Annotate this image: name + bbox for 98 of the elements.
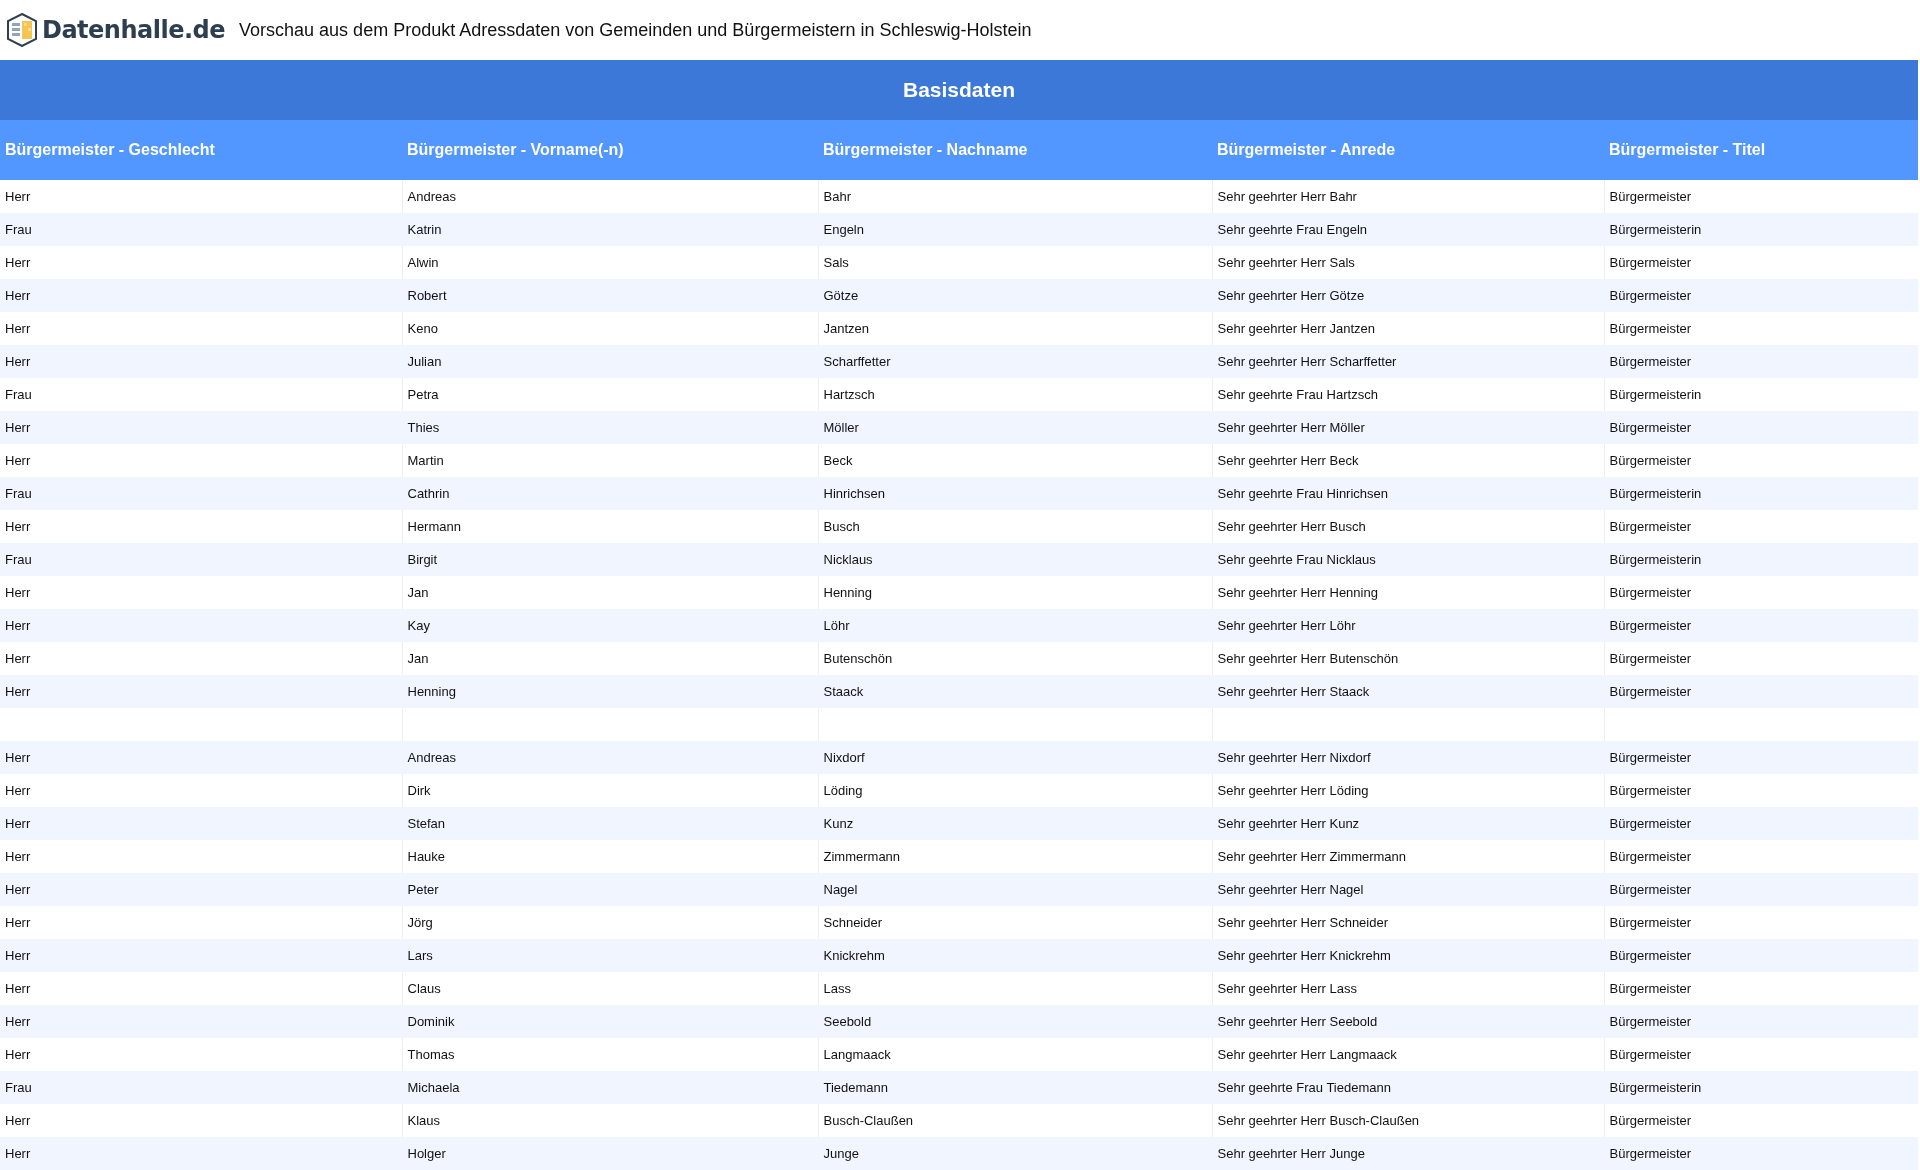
table-cell: Bürgermeisterin — [1604, 213, 1918, 246]
table-cell: Kunz — [818, 807, 1212, 840]
table-cell: Herr — [0, 279, 402, 312]
table-cell: Holger — [402, 1137, 818, 1170]
table-cell: Sehr geehrter Herr Junge — [1212, 1137, 1604, 1170]
table-cell: Sehr geehrter Herr Löhr — [1212, 609, 1604, 642]
table-cell: Cathrin — [402, 477, 818, 510]
table-cell: Nicklaus — [818, 543, 1212, 576]
table-cell: Herr — [0, 906, 402, 939]
table-cell: Thies — [402, 411, 818, 444]
table-cell: Herr — [0, 1038, 402, 1071]
table-cell: Götze — [818, 279, 1212, 312]
table-cell: Frau — [0, 378, 402, 411]
table-cell: Frau — [0, 543, 402, 576]
table-cell: Sehr geehrte Frau Engeln — [1212, 213, 1604, 246]
table-cell: Frau — [0, 477, 402, 510]
table-cell: Herr — [0, 774, 402, 807]
table-cell: Sehr geehrte Frau Tiedemann — [1212, 1071, 1604, 1104]
table-cell: Bürgermeister — [1604, 807, 1918, 840]
server-logo-icon — [6, 13, 38, 47]
table-cell: Katrin — [402, 213, 818, 246]
table-cell: Sehr geehrter Herr Seebold — [1212, 1005, 1604, 1038]
table-cell: Herr — [0, 642, 402, 675]
table-cell: Bürgermeister — [1604, 411, 1918, 444]
table-cell: Seebold — [818, 1005, 1212, 1038]
table-cell: Robert — [402, 279, 818, 312]
table-cell: Bürgermeister — [1604, 1005, 1918, 1038]
table-cell: Frau — [0, 1071, 402, 1104]
table-cell: Sehr geehrter Herr Staack — [1212, 675, 1604, 708]
table-cell: Stefan — [402, 807, 818, 840]
table-cell: Sehr geehrter Herr Kunz — [1212, 807, 1604, 840]
table-cell: Bürgermeister — [1604, 741, 1918, 774]
table-cell: Henning — [402, 675, 818, 708]
table-cell: Sehr geehrter Herr Nagel — [1212, 873, 1604, 906]
table-cell: Nagel — [818, 873, 1212, 906]
table-cell: Kay — [402, 609, 818, 642]
table-cell: Herr — [0, 609, 402, 642]
column-header: Bürgermeister - Anrede — [1212, 120, 1604, 180]
table-cell: Scharffetter — [818, 345, 1212, 378]
table-cell: Hinrichsen — [818, 477, 1212, 510]
table-cell: Staack — [818, 675, 1212, 708]
page-title: Vorschau aus dem Produkt Adressdaten von Gemeinden und Bürgermeistern in Schleswig-Holstein — [239, 19, 1032, 41]
table-cell: Herr — [0, 807, 402, 840]
table-cell: Frau — [0, 213, 402, 246]
column-header: Bürgermeister - Vorname(-n) — [402, 120, 818, 180]
table-cell: Herr — [0, 312, 402, 345]
column-header: Bürgermeister - Nachname — [818, 120, 1212, 180]
table-cell: Michaela — [402, 1071, 818, 1104]
table-cell: Herr — [0, 972, 402, 1005]
table-cell: Bürgermeister — [1604, 939, 1918, 972]
table-cell: Lars — [402, 939, 818, 972]
table-cell: Herr — [0, 444, 402, 477]
table-cell: Herr — [0, 510, 402, 543]
table-cell: Bürgermeisterin — [1604, 477, 1918, 510]
table-cell: Herr — [0, 411, 402, 444]
table-cell: Sehr geehrter Herr Möller — [1212, 411, 1604, 444]
table-cell: Herr — [0, 1005, 402, 1038]
column-header: Bürgermeister - Titel — [1604, 120, 1918, 180]
table-cell: Herr — [0, 675, 402, 708]
table-cell: Herr — [0, 741, 402, 774]
table-cell: Sehr geehrte Frau Nicklaus — [1212, 543, 1604, 576]
table-cell: Sehr geehrter Herr Nixdorf — [1212, 741, 1604, 774]
table-cell: Herr — [0, 345, 402, 378]
table-cell: Bürgermeister — [1604, 1137, 1918, 1170]
table-cell: Andreas — [402, 741, 818, 774]
table-cell: Bürgermeister — [1604, 675, 1918, 708]
table-cell: Herr — [0, 840, 402, 873]
table-cell: Bürgermeister — [1604, 609, 1918, 642]
table-cell: Bürgermeisterin — [1604, 1071, 1918, 1104]
table-cell: Herr — [0, 1137, 402, 1170]
table-cell: Löhr — [818, 609, 1212, 642]
table-cell: Tiedemann — [818, 1071, 1212, 1104]
table-cell: Möller — [818, 411, 1212, 444]
table-caption: Basisdaten — [0, 60, 1918, 120]
table-cell: Sehr geehrter Herr Knickrehm — [1212, 939, 1604, 972]
table-cell: Herr — [0, 873, 402, 906]
table-cell: Herr — [0, 246, 402, 279]
table-cell: Knickrehm — [818, 939, 1212, 972]
table-cell: Engeln — [818, 213, 1212, 246]
table-cell: Junge — [818, 1137, 1212, 1170]
column-header: Bürgermeister - Geschlecht — [0, 120, 402, 180]
table-cell: Dominik — [402, 1005, 818, 1038]
table-cell: Sehr geehrte Frau Hinrichsen — [1212, 477, 1604, 510]
table-cell: Herr — [0, 576, 402, 609]
table-cell: Nixdorf — [818, 741, 1212, 774]
logo-text[interactable]: Datenhalle.de — [42, 16, 226, 44]
table-cell: Bürgermeister — [1604, 873, 1918, 906]
table-cell: Herr — [0, 939, 402, 972]
table-cell: Bürgermeisterin — [1604, 543, 1918, 576]
table-cell: Sehr geehrter Herr Scharffetter — [1212, 345, 1604, 378]
table-cell: Birgit — [402, 543, 818, 576]
table-cell: Peter — [402, 873, 818, 906]
table-cell: Herr — [0, 180, 402, 213]
table-cell: Bürgermeister — [1604, 279, 1918, 312]
table-cell: Sehr geehrter Herr Götze — [1212, 279, 1604, 312]
table-cell: Herr — [0, 1104, 402, 1137]
table-cell: Julian — [402, 345, 818, 378]
table-cell: Bürgermeister — [1604, 345, 1918, 378]
